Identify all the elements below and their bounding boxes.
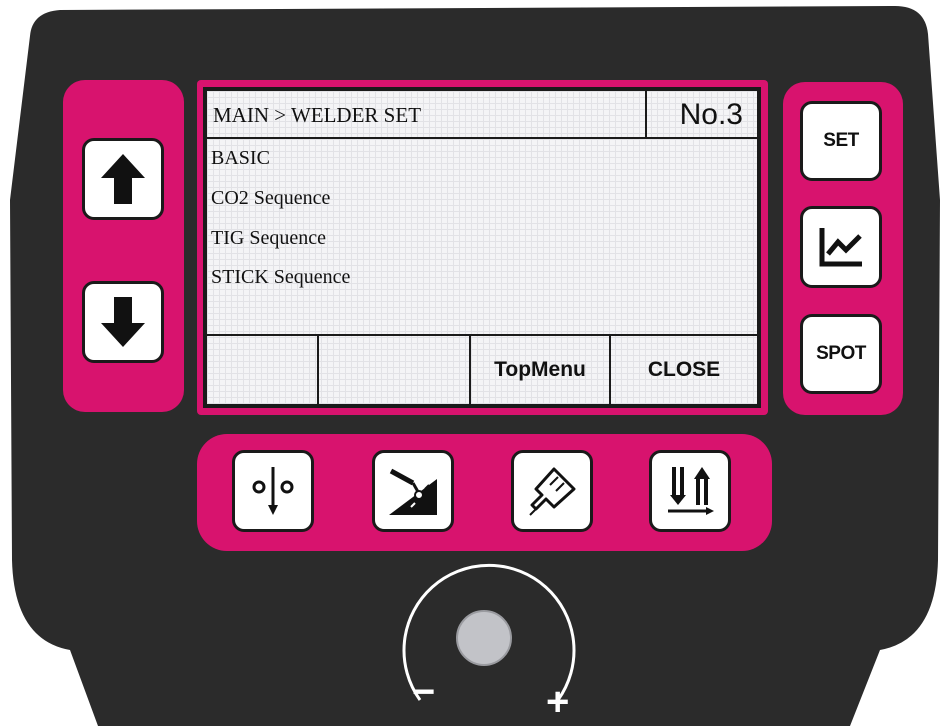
waveform-graph-button[interactable] bbox=[800, 206, 882, 288]
program-number-box: No.3 bbox=[645, 91, 757, 139]
menu-item-stick-sequence[interactable]: STICK Sequence bbox=[211, 266, 350, 289]
up-button[interactable] bbox=[82, 138, 164, 220]
wire-inch-icon bbox=[668, 467, 714, 515]
lcd-display: MAIN > WELDER SET No.3 BASIC CO2 Sequenc… bbox=[207, 91, 757, 404]
gas-purge-button[interactable] bbox=[511, 450, 593, 532]
knob-plus-label: + bbox=[546, 680, 570, 724]
spot-button[interactable]: SPOT bbox=[800, 314, 882, 394]
gas-purge-icon bbox=[529, 467, 576, 516]
torch-trigger-button[interactable] bbox=[232, 450, 314, 532]
arrow-down-icon bbox=[101, 297, 145, 347]
softkey-topmenu[interactable]: TopMenu bbox=[471, 336, 611, 404]
softkey-2[interactable] bbox=[319, 336, 471, 404]
down-button[interactable] bbox=[82, 281, 164, 363]
arc-welding-button[interactable] bbox=[372, 450, 454, 532]
menu-item-tig-sequence[interactable]: TIG Sequence bbox=[211, 227, 326, 250]
softkey-1[interactable] bbox=[207, 336, 319, 404]
torch-trigger-icon bbox=[252, 467, 294, 515]
set-button[interactable]: SET bbox=[800, 101, 882, 181]
spot-button-label: SPOT bbox=[816, 343, 866, 364]
arc-welding-icon bbox=[389, 468, 437, 515]
screen-header: MAIN > WELDER SET No.3 bbox=[207, 91, 757, 139]
softkey-close[interactable]: CLOSE bbox=[611, 336, 757, 404]
menu-item-basic[interactable]: BASIC bbox=[211, 147, 270, 170]
adjustment-knob[interactable] bbox=[456, 610, 512, 666]
knob-minus-label: − bbox=[412, 670, 436, 714]
softkey-bar: TopMenu CLOSE bbox=[207, 334, 757, 404]
waveform-graph-icon bbox=[819, 228, 862, 267]
arrow-up-icon bbox=[101, 154, 145, 204]
breadcrumb: MAIN > WELDER SET bbox=[213, 103, 422, 127]
wire-inch-button[interactable] bbox=[649, 450, 731, 532]
program-number: No.3 bbox=[679, 98, 743, 131]
menu-item-co2-sequence[interactable]: CO2 Sequence bbox=[211, 187, 330, 210]
set-button-label: SET bbox=[823, 130, 859, 151]
